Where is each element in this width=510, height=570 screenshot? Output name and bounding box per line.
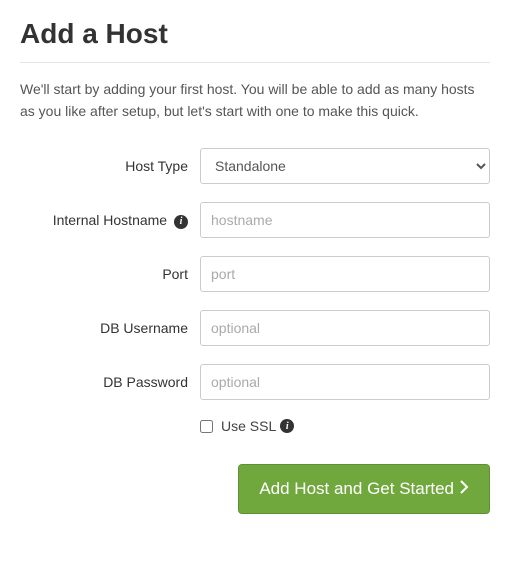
page-title: Add a Host: [20, 18, 490, 50]
host-type-label: Host Type: [20, 158, 200, 174]
add-host-button[interactable]: Add Host and Get Started: [238, 464, 490, 514]
intro-text: We'll start by adding your first host. Y…: [20, 79, 490, 122]
port-label: Port: [20, 266, 200, 282]
db-username-input[interactable]: [200, 310, 490, 346]
info-icon[interactable]: i: [280, 419, 294, 433]
add-host-button-label: Add Host and Get Started: [259, 479, 454, 499]
db-password-label: DB Password: [20, 374, 200, 390]
host-type-select[interactable]: Standalone: [200, 148, 490, 184]
internal-hostname-label: Internal Hostname i: [20, 212, 200, 228]
info-icon[interactable]: i: [174, 215, 188, 229]
use-ssl-label: Use SSL: [221, 418, 276, 434]
use-ssl-checkbox[interactable]: [200, 420, 213, 433]
db-username-label: DB Username: [20, 320, 200, 336]
divider: [20, 62, 490, 63]
port-input[interactable]: [200, 256, 490, 292]
internal-hostname-input[interactable]: [200, 202, 490, 238]
chevron-right-icon: [460, 480, 469, 498]
db-password-input[interactable]: [200, 364, 490, 400]
internal-hostname-label-text: Internal Hostname: [53, 212, 167, 228]
